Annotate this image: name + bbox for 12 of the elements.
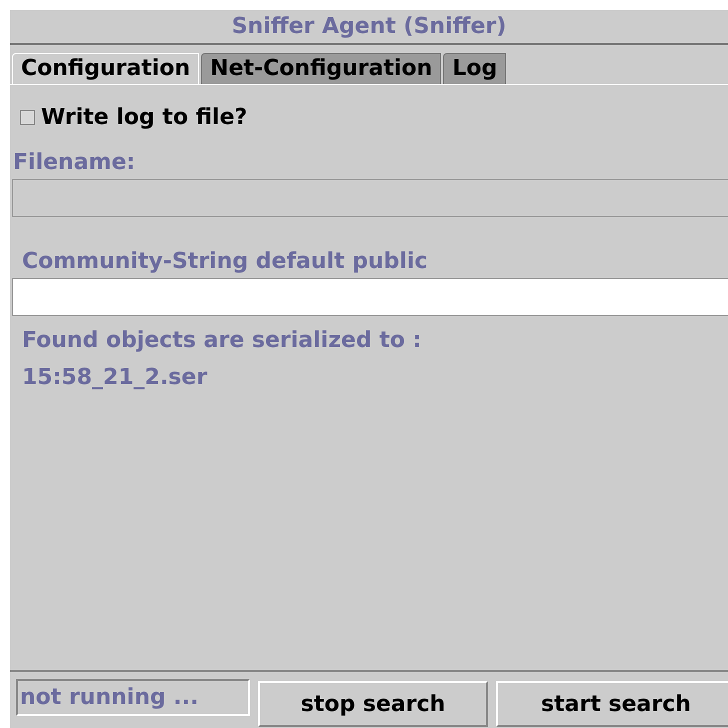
info-label: Found objects are serialized to : [21,328,422,353]
tab[interactable]: Log [443,53,506,84]
field-label: Community-String default public [21,249,429,274]
community-field[interactable] [12,278,728,316]
field-label: Filename: [12,150,136,175]
search-button[interactable]: start search [496,681,728,727]
search-button[interactable]: stop search [258,681,488,727]
file-name: 15:58_21_2.ser [21,365,208,390]
checkbox[interactable] [20,110,35,125]
tab[interactable]: Configuration [12,53,200,84]
checkbox-label: Write log to file? [41,105,248,130]
tab[interactable]: Net-Configuration [201,53,442,84]
